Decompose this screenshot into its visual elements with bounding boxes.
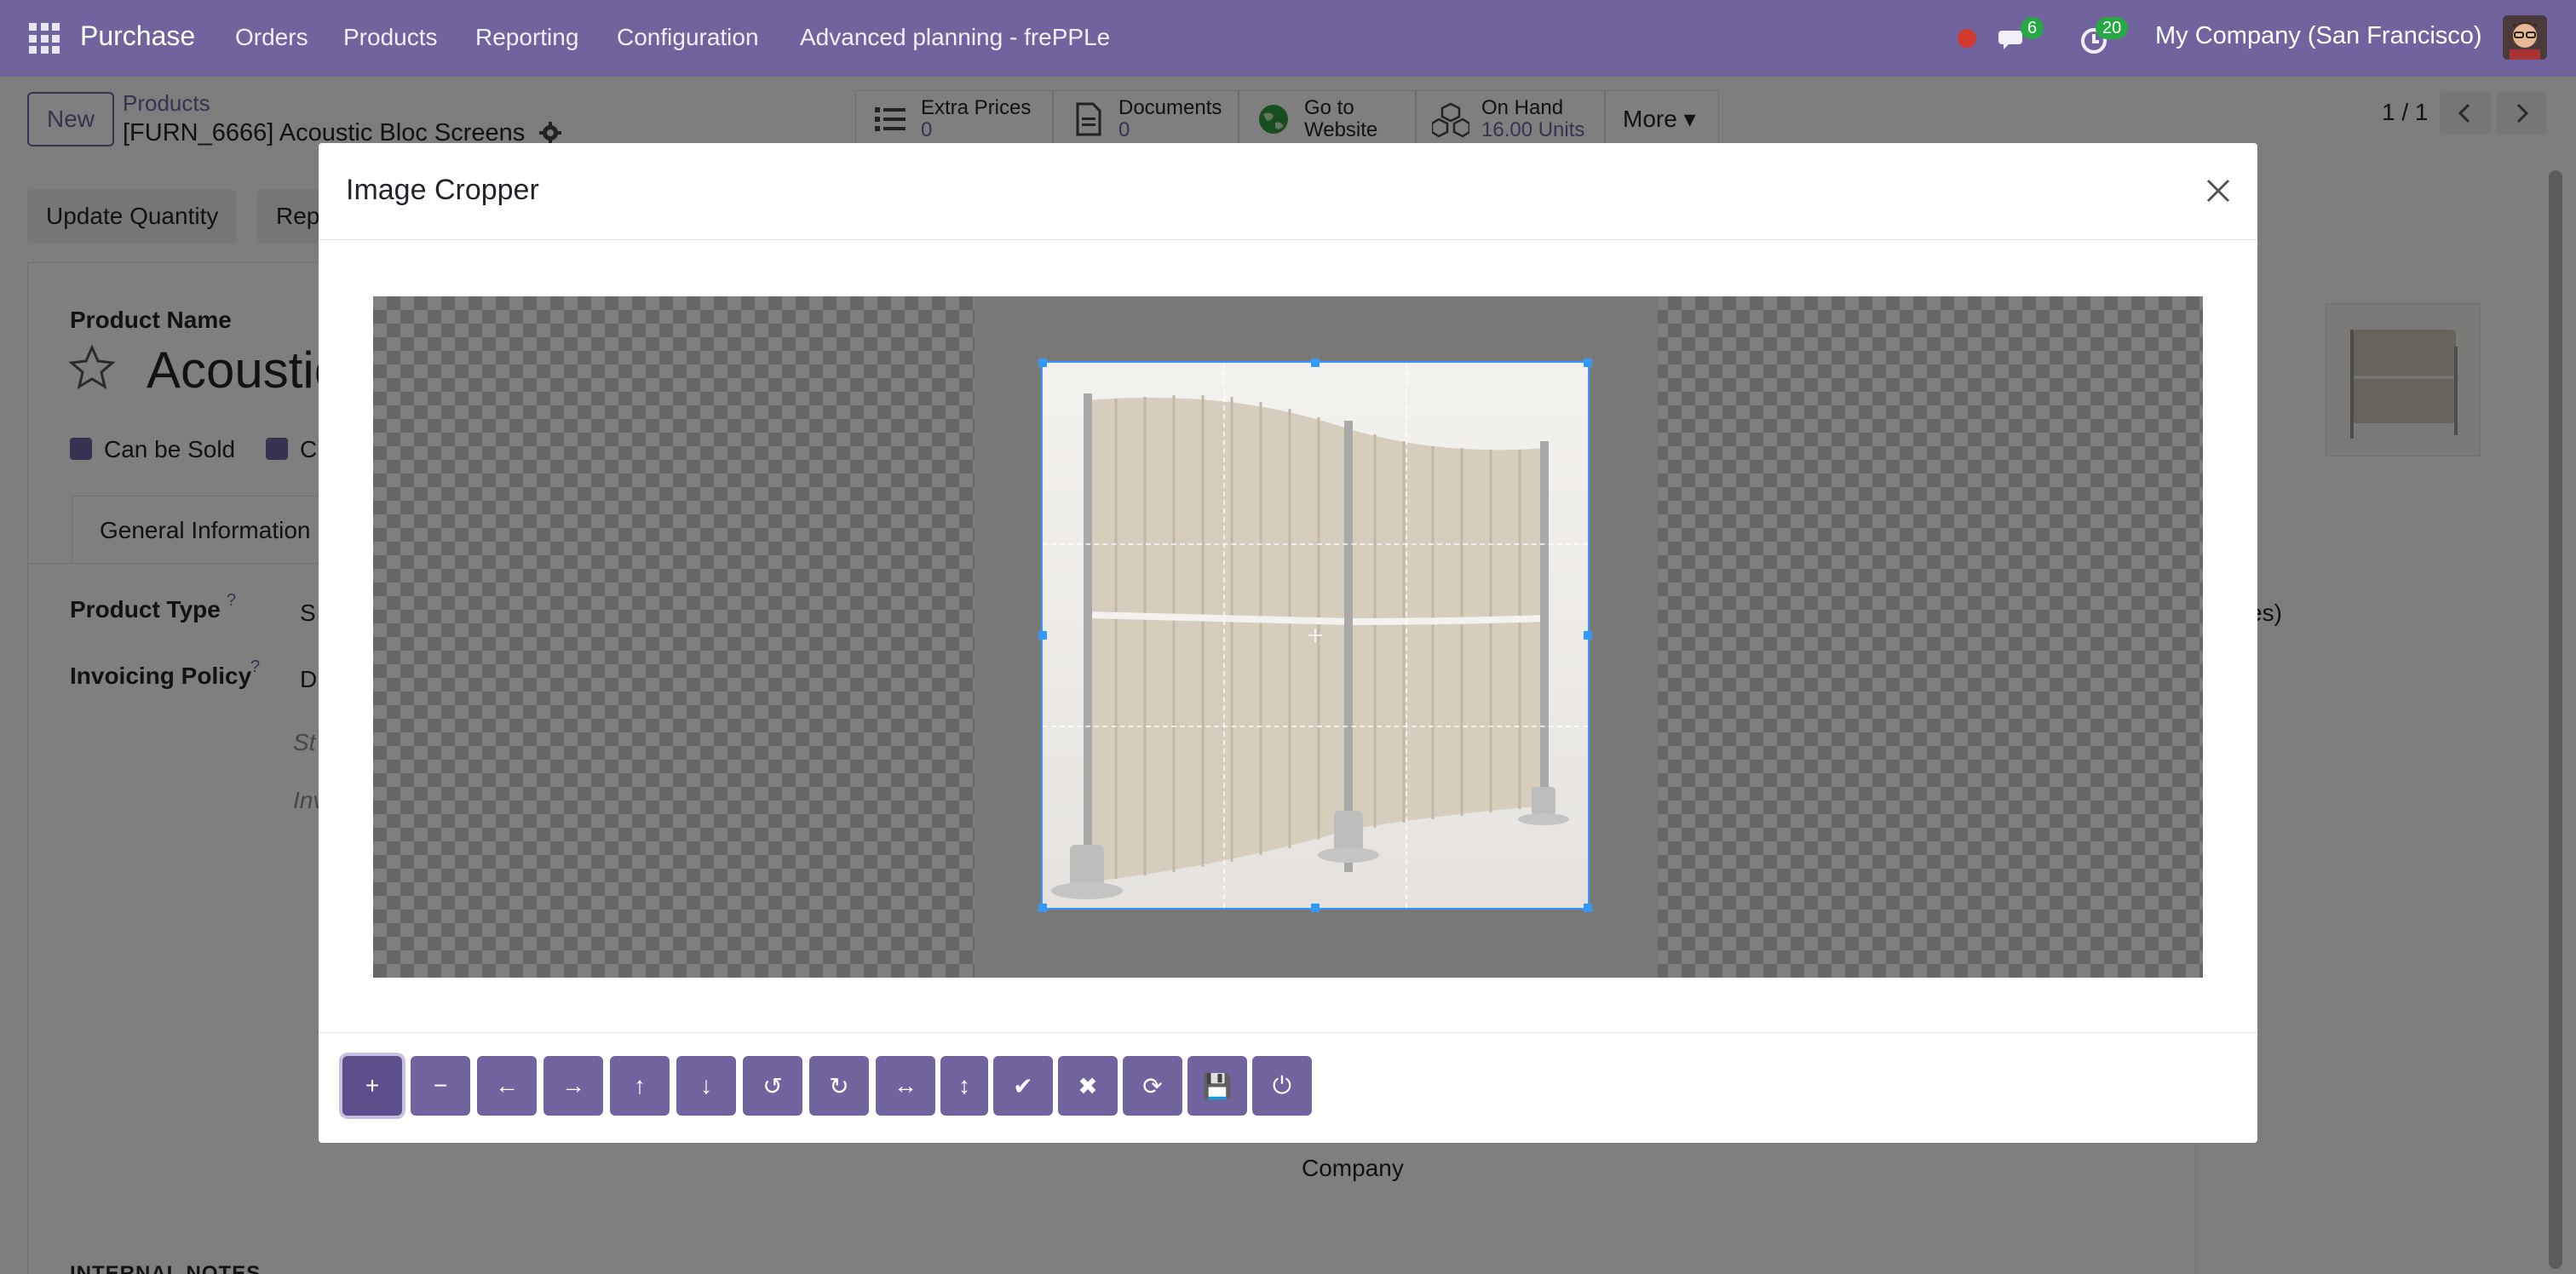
move-up-button[interactable]: ↑	[610, 1056, 670, 1116]
crop-guide-line	[1223, 363, 1225, 908]
rotate-left-icon: ↺	[762, 1072, 783, 1099]
flip-horizontal-button[interactable]: ↔	[876, 1056, 935, 1116]
crop-handle-se[interactable]	[1584, 904, 1592, 912]
zoom-in-button[interactable]: +	[342, 1056, 402, 1116]
crop-center-icon	[1308, 628, 1322, 642]
menu-advanced-planning[interactable]: Advanced planning - frePPLe	[800, 24, 1110, 51]
crop-guide-line	[1043, 726, 1588, 727]
crop-guide-line	[1043, 543, 1588, 545]
crop-handle-n[interactable]	[1311, 359, 1320, 367]
crop-handle-ne[interactable]	[1584, 359, 1592, 367]
move-down-button[interactable]: ↓	[676, 1056, 736, 1116]
rotate-right-icon: ↻	[829, 1072, 849, 1099]
apps-grid-icon[interactable]	[29, 23, 60, 54]
power-icon: ⏻	[1272, 1071, 1292, 1099]
modal-title: Image Cropper	[346, 174, 539, 206]
recording-indicator-icon	[1958, 29, 1976, 48]
save-icon: 💾	[1202, 1072, 1233, 1099]
save-button[interactable]: 💾	[1187, 1056, 1247, 1116]
cropper-canvas[interactable]	[373, 296, 2203, 978]
crop-handle-s[interactable]	[1311, 904, 1320, 912]
flip-horizontal-icon: ↔	[894, 1072, 917, 1099]
modal-header: Image Cropper	[319, 143, 2257, 240]
crop-handle-sw[interactable]	[1038, 904, 1047, 912]
menu-reporting[interactable]: Reporting	[475, 24, 578, 51]
move-left-button[interactable]: ←	[477, 1056, 537, 1116]
crop-confirm-button[interactable]: ✔	[993, 1056, 1053, 1116]
power-button[interactable]: ⏻	[1252, 1056, 1312, 1116]
crop-handle-w[interactable]	[1038, 631, 1047, 640]
crop-guide-line	[1406, 363, 1407, 908]
menu-configuration[interactable]: Configuration	[617, 24, 759, 51]
flip-vertical-button[interactable]: ↕	[940, 1056, 988, 1116]
arrow-right-icon: →	[561, 1072, 585, 1099]
crop-selection-box[interactable]	[1041, 361, 1590, 910]
reset-button[interactable]: ⟳	[1123, 1056, 1182, 1116]
menu-products[interactable]: Products	[343, 24, 438, 51]
rotate-right-button[interactable]: ↻	[809, 1056, 869, 1116]
check-icon: ✔	[1013, 1072, 1033, 1099]
arrow-up-icon: ↑	[634, 1072, 646, 1099]
rotate-left-button[interactable]: ↺	[743, 1056, 802, 1116]
flip-vertical-icon: ↕	[958, 1072, 970, 1099]
user-avatar[interactable]	[2503, 15, 2547, 60]
zoom-out-button[interactable]: −	[411, 1056, 470, 1116]
modal-footer-divider	[319, 1032, 2257, 1033]
arrow-left-icon: ←	[495, 1072, 519, 1099]
crop-handle-e[interactable]	[1584, 631, 1592, 640]
chat-count-badge: 6	[2021, 17, 2044, 39]
top-navbar: Purchase Orders Products Reporting Confi…	[0, 0, 2576, 77]
menu-orders[interactable]: Orders	[235, 24, 308, 51]
crop-clear-button[interactable]: ✖	[1058, 1056, 1118, 1116]
activity-count-badge: 20	[2096, 17, 2129, 39]
company-switcher[interactable]: My Company (San Francisco)	[2155, 22, 2482, 50]
move-right-button[interactable]: →	[543, 1056, 603, 1116]
close-icon[interactable]	[2201, 174, 2235, 208]
app-name[interactable]: Purchase	[80, 20, 195, 52]
crop-handle-nw[interactable]	[1038, 359, 1047, 367]
times-icon: ✖	[1078, 1072, 1098, 1099]
refresh-icon: ⟳	[1142, 1072, 1163, 1099]
arrow-down-icon: ↓	[700, 1072, 712, 1099]
zoom-in-icon: +	[365, 1072, 380, 1099]
zoom-out-icon: −	[433, 1072, 448, 1099]
